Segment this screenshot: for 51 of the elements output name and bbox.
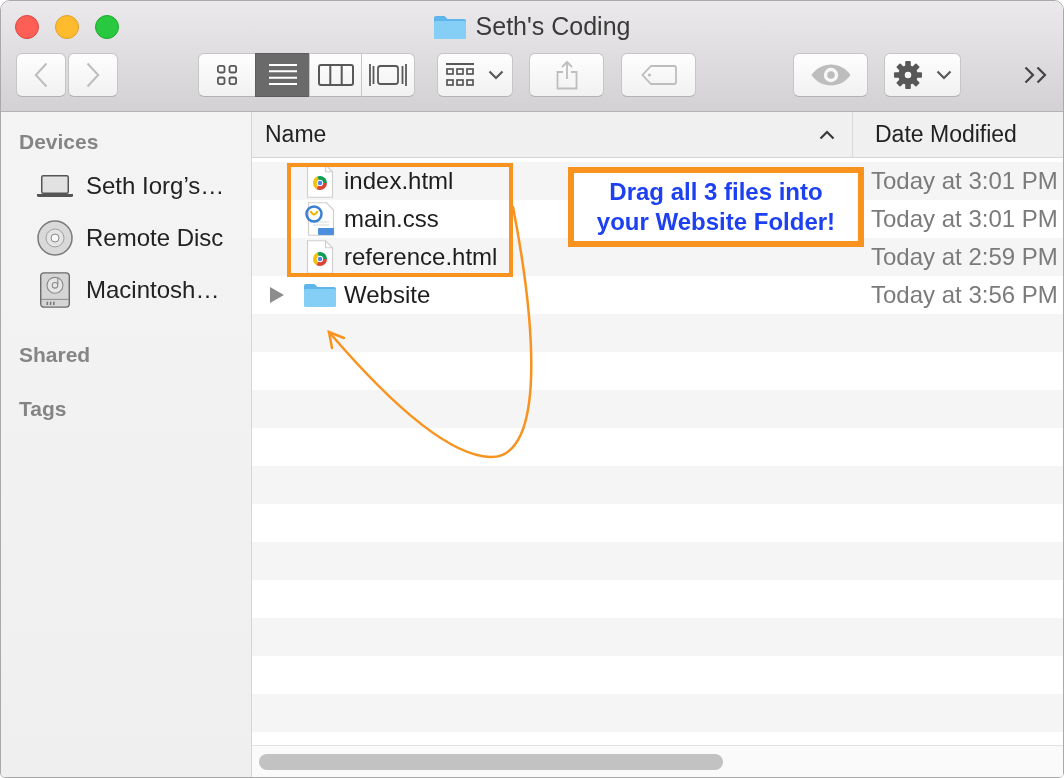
column-view-button[interactable] xyxy=(309,52,362,97)
laptop-icon xyxy=(37,175,73,197)
columns-icon xyxy=(317,63,354,86)
tag-icon xyxy=(640,64,677,85)
sidebar-section-heading: Tags xyxy=(18,396,68,422)
sidebar-item[interactable]: Macintosh… xyxy=(1,264,220,316)
folder-icon xyxy=(304,283,336,307)
list-icon xyxy=(268,64,297,85)
disclosure-triangle-icon[interactable] xyxy=(270,287,284,303)
gear-icon xyxy=(893,60,922,89)
scrollbar-thumb[interactable] xyxy=(259,753,723,770)
file-name: reference.html xyxy=(344,243,498,271)
sidebar-item[interactable]: Remote Disc xyxy=(1,212,224,264)
grid-icon xyxy=(217,64,237,85)
minimize-button[interactable] xyxy=(55,14,79,39)
gallery-view-button[interactable] xyxy=(361,52,415,97)
close-button[interactable] xyxy=(15,14,39,39)
zoom-button[interactable] xyxy=(95,14,119,39)
sidebar-item[interactable]: Seth Iorg’s… xyxy=(1,160,225,212)
arrange-button[interactable] xyxy=(437,52,513,97)
file-name: index.html xyxy=(344,167,454,195)
file-name: main.css xyxy=(344,205,439,233)
chevron-down-icon xyxy=(488,69,504,80)
modified-date: Today at 3:01 PM xyxy=(870,205,1058,233)
document-icon xyxy=(305,202,335,236)
list-view-button[interactable] xyxy=(255,52,310,97)
document-icon xyxy=(306,240,334,274)
chevron-right-icon xyxy=(86,61,100,88)
sidebar-section-heading: Shared xyxy=(18,342,92,368)
window-title: Seth's Coding xyxy=(475,12,631,41)
column-header[interactable]: Name xyxy=(252,112,852,157)
sidebar-section-heading: Devices xyxy=(18,129,100,155)
icon-view-button[interactable] xyxy=(198,52,256,97)
double-chevron-icon[interactable] xyxy=(1024,65,1047,84)
modified-date: Today at 3:01 PM xyxy=(870,167,1058,195)
modified-date: Today at 2:59 PM xyxy=(870,243,1058,271)
action-button[interactable] xyxy=(884,52,961,97)
grid-icon xyxy=(446,62,474,87)
hard-drive-icon xyxy=(40,272,70,308)
gallery-icon xyxy=(369,63,407,86)
eye-icon xyxy=(810,63,851,86)
folder-icon xyxy=(433,14,466,39)
modified-date: Today at 3:56 PM xyxy=(870,281,1058,309)
sort-caret-icon xyxy=(819,129,835,140)
callout-note: Drag all 3 files into your Website Folder! xyxy=(568,167,864,247)
disc-icon xyxy=(37,220,73,256)
chevron-down-icon xyxy=(935,69,952,80)
share-icon xyxy=(555,59,578,90)
chevron-left-icon xyxy=(34,61,48,88)
file-name: Website xyxy=(344,281,431,309)
column-header[interactable]: Date Modified xyxy=(852,112,1063,157)
